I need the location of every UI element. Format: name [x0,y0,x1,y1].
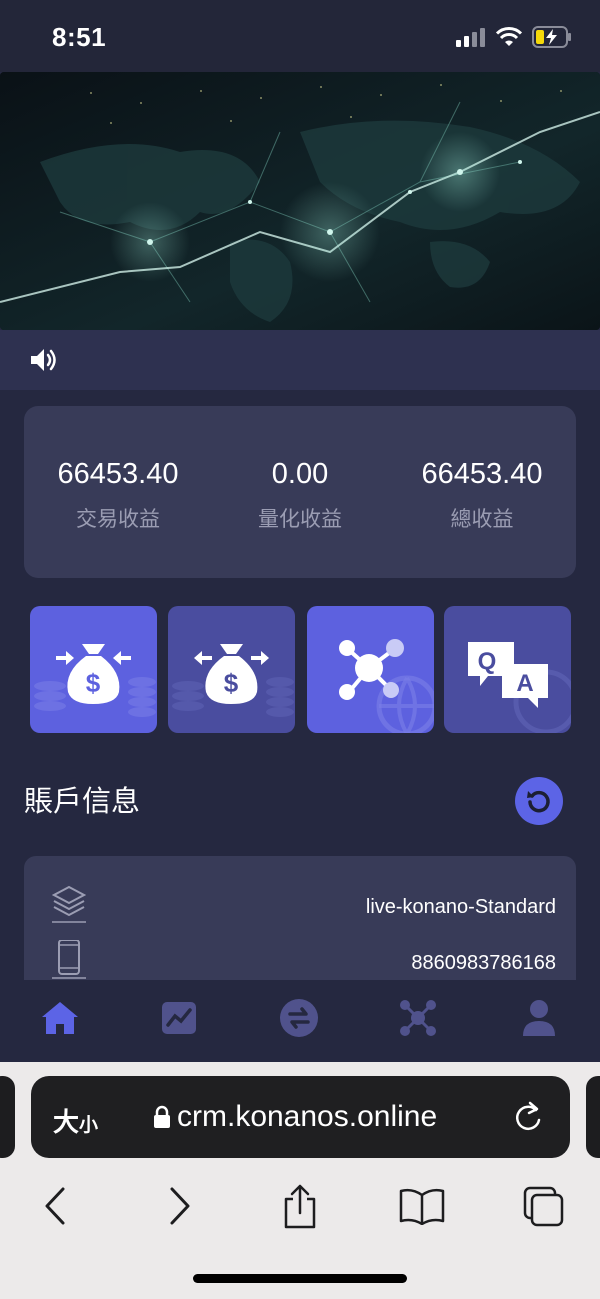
user-icon [523,1000,555,1036]
share-icon [284,1184,316,1229]
forward-button[interactable] [155,1184,205,1228]
stat-label: 交易收益 [76,508,160,531]
nav-chart[interactable] [159,998,199,1038]
quant-earnings: 0.00 量化收益 [208,458,392,533]
svg-text:$: $ [86,668,101,698]
world-map-graphic [0,72,600,330]
total-earnings: 66453.40 總收益 [390,458,574,533]
status-bar: 8:51 [0,0,600,72]
book-icon [399,1188,445,1225]
battery-icon [532,26,571,48]
aa-large: 大 [53,1107,80,1137]
phone-value: 8860983786168 [411,952,556,974]
share-button[interactable] [275,1184,325,1229]
phone-icon [52,940,86,979]
status-icons [456,26,572,48]
nav-transfer[interactable] [279,998,319,1038]
hero-banner [0,72,600,330]
nav-profile[interactable] [519,998,559,1038]
signal-icon [456,28,485,47]
speaker-icon[interactable] [28,345,58,375]
account-type-row: live-konano-Standard [24,884,576,928]
lock-icon [154,1105,170,1128]
stat-label: 總收益 [450,508,514,531]
address-bar[interactable]: 大小 crm.konanos.online [31,1076,570,1158]
refresh-button[interactable] [515,777,563,825]
back-button[interactable] [30,1184,80,1228]
transfer-icon [280,999,318,1037]
url-text: crm.konanos.online [177,1100,438,1133]
refresh-icon [527,790,550,813]
notice-bar [0,330,600,390]
svg-text:$: $ [224,668,239,698]
account-info-card: live-konano-Standard 8860983786168 [24,856,576,996]
bookmarks-button[interactable] [397,1184,447,1228]
home-icon [42,1002,78,1034]
reload-icon[interactable] [512,1100,544,1134]
home-indicator [193,1274,407,1283]
url-display[interactable]: crm.konanos.online [153,1100,437,1134]
stat-value: 66453.40 [57,458,179,490]
previous-tab-edge[interactable] [0,1076,15,1158]
status-time: 8:51 [52,22,107,52]
nav-network[interactable] [398,998,438,1038]
withdraw-tile[interactable]: $ [168,606,295,733]
stat-label: 量化收益 [258,508,342,531]
qa-icon: Q A [468,642,571,733]
chevron-right-icon [170,1187,190,1225]
network-icon [400,1000,436,1036]
tabs-button[interactable] [518,1184,568,1228]
deposit-tile[interactable]: $ [30,606,157,733]
chart-icon [162,1002,196,1034]
account-type-value: live-konano-Standard [365,896,556,918]
earnings-card: 66453.40 交易收益 0.00 量化收益 66453.40 總收益 [24,406,576,578]
text-size-button[interactable]: 大小 [53,1102,98,1139]
layers-icon [52,885,86,923]
phone-row: 8860983786168 [24,940,576,984]
stat-value: 66453.40 [421,458,543,490]
money-bag-in-icon: $ [34,644,156,717]
svg-text:A: A [516,670,533,697]
nav-home[interactable] [40,998,80,1038]
svg-text:Q: Q [478,648,497,675]
network-icon [339,639,434,733]
stat-value: 0.00 [271,458,329,490]
faq-tile[interactable]: Q A [444,606,571,733]
account-info-title: 賬戶信息 [24,786,141,818]
money-bag-out-icon: $ [172,644,294,717]
wifi-icon [496,27,522,46]
bottom-nav [0,980,600,1062]
trading-earnings: 66453.40 交易收益 [26,458,210,533]
tabs-icon [523,1186,564,1227]
next-tab-edge[interactable] [586,1076,600,1158]
chevron-left-icon [45,1187,65,1225]
network-tile[interactable] [307,606,434,733]
aa-small: 小 [79,1115,99,1136]
